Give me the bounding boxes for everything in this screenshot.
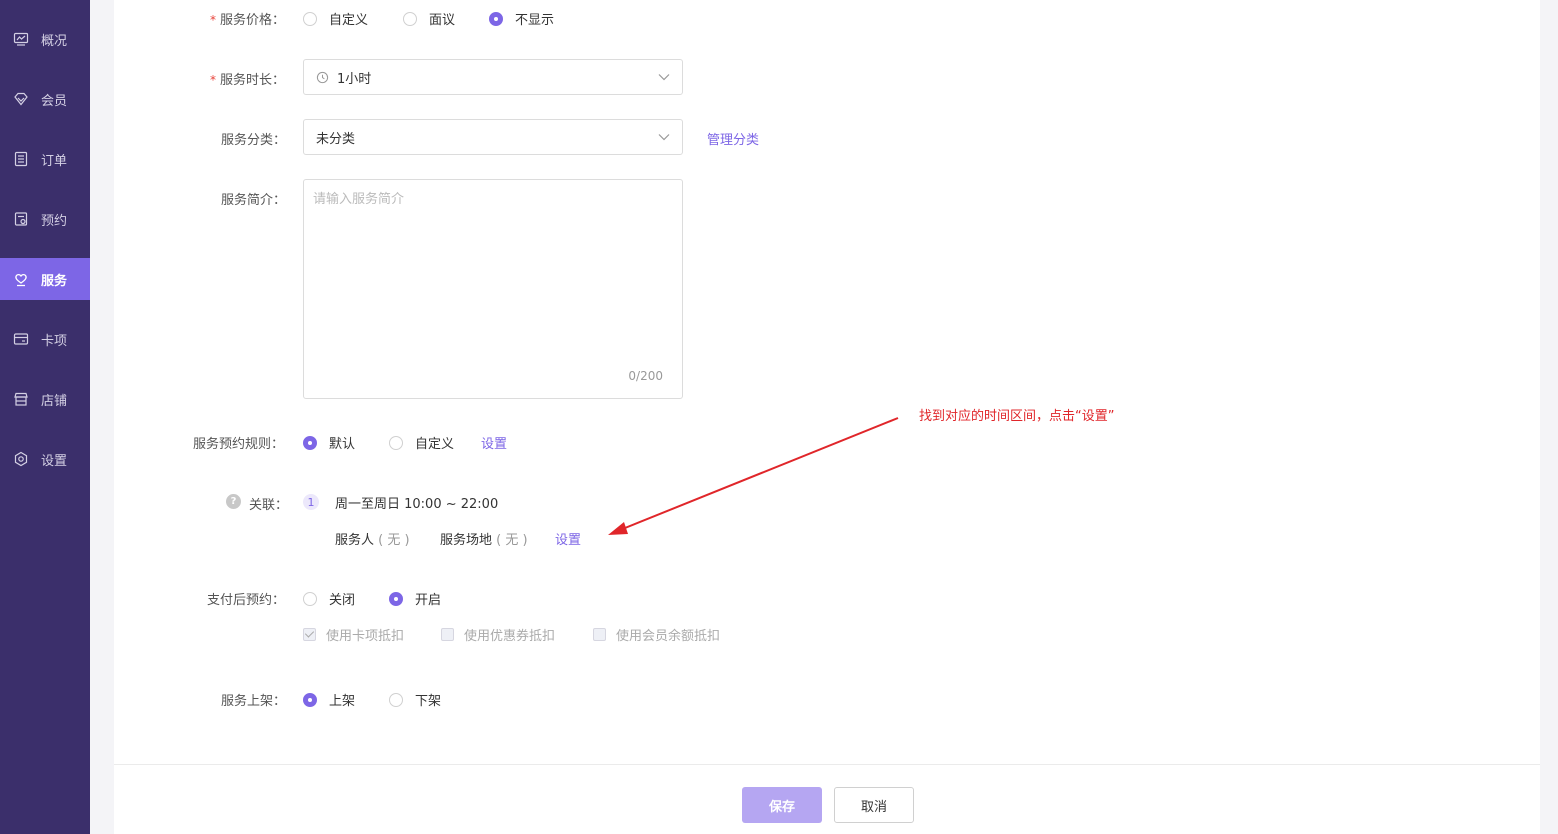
pay-booking-on[interactable]: 开启: [389, 589, 441, 608]
sidebar-item-booking[interactable]: 预约: [0, 198, 90, 240]
clock-icon: [316, 71, 329, 83]
chevron-down-icon: [658, 134, 670, 141]
duration-select[interactable]: 1小时: [303, 59, 683, 95]
duration-value: 1小时: [337, 71, 372, 87]
save-button[interactable]: 保存: [742, 787, 822, 823]
listing-off[interactable]: 下架: [389, 690, 441, 709]
sidebar-item-label: 服务: [41, 273, 68, 289]
heart-hand-icon: [13, 271, 29, 287]
booking-rule-default[interactable]: 默认: [303, 433, 355, 452]
sidebar-item-settings[interactable]: 设置: [0, 438, 90, 480]
sidebar-item-store[interactable]: 店铺: [0, 378, 90, 420]
use-coupon-deduction-checkbox[interactable]: 使用优惠券抵扣: [441, 625, 555, 644]
listing-on[interactable]: 上架: [303, 690, 355, 709]
page-background-edge: [1540, 0, 1558, 834]
sidebar-item-members[interactable]: 会员: [0, 78, 90, 120]
listing-label: 服务上架：: [221, 694, 287, 709]
category-label: 服务分类：: [221, 133, 287, 148]
sidebar: 概况 会员 订单 预约 服务 卡项 店铺 设置: [0, 0, 90, 834]
radio-icon: [389, 692, 403, 707]
intro-label: 服务简介：: [221, 193, 287, 208]
sidebar-item-cards[interactable]: 卡项: [0, 318, 90, 360]
diamond-icon: [13, 91, 29, 107]
duration-label: * 服务时长：: [210, 73, 286, 88]
radio-checked-icon: [389, 591, 403, 606]
price-option-hidden[interactable]: 不显示: [489, 9, 554, 28]
intro-placeholder: 请输入服务简介: [313, 192, 405, 207]
use-card-deduction-checkbox[interactable]: 使用卡项抵扣: [303, 625, 404, 644]
radio-icon: [303, 591, 317, 606]
required-mark: *: [210, 73, 216, 87]
relation-label: 关联：: [249, 498, 289, 513]
sidebar-item-label: 卡项: [41, 333, 68, 349]
checkbox-icon: [593, 628, 606, 641]
slot-schedule: 周一至周日 10:00 ~ 22:00: [335, 497, 499, 512]
manage-category-link[interactable]: 管理分类: [707, 129, 759, 148]
checkbox-checked-icon: [303, 628, 316, 641]
slot-index-badge: 1: [303, 494, 319, 510]
checkbox-icon: [441, 628, 454, 641]
price-option-custom[interactable]: 自定义: [303, 9, 368, 28]
radio-icon: [303, 11, 317, 26]
slot-settings-link[interactable]: 设置: [555, 529, 581, 548]
list-icon: [13, 151, 29, 167]
booking-rule-custom[interactable]: 自定义: [389, 433, 454, 452]
sidebar-item-label: 店铺: [41, 393, 68, 409]
price-label: * 服务价格：: [210, 13, 286, 28]
category-select[interactable]: 未分类: [303, 119, 683, 155]
gear-icon: [13, 451, 29, 467]
pay-booking-off[interactable]: 关闭: [303, 589, 355, 608]
use-balance-deduction-checkbox[interactable]: 使用会员余额抵扣: [593, 625, 720, 644]
store-icon: [13, 391, 29, 407]
sidebar-item-orders[interactable]: 订单: [0, 138, 90, 180]
radio-icon: [403, 11, 417, 26]
annotation-text: 找到对应的时间区间，点击“设置”: [919, 409, 1115, 424]
intro-textarea[interactable]: 请输入服务简介 0/200: [303, 179, 683, 399]
radio-checked-icon: [489, 11, 503, 26]
venue-info: 服务场地 ( 无 ): [440, 533, 528, 548]
sidebar-item-services[interactable]: 服务: [0, 258, 90, 300]
monitor-icon: [13, 31, 29, 47]
sidebar-item-overview[interactable]: 概况: [0, 18, 90, 60]
sidebar-item-label: 预约: [41, 213, 68, 229]
radio-checked-icon: [303, 435, 317, 450]
price-option-negotiable[interactable]: 面议: [403, 9, 455, 28]
required-mark: *: [210, 13, 216, 27]
chevron-down-icon: [658, 74, 670, 81]
service-form: * 服务价格： 自定义 面议 不显示 * 服务时长： 1小时 服务分类： 未分类 管…: [114, 0, 1540, 834]
category-value: 未分类: [316, 131, 356, 147]
card-icon: [13, 331, 29, 347]
help-icon[interactable]: ?: [226, 494, 241, 509]
booking-rule-label: 服务预约规则：: [193, 437, 285, 452]
radio-icon: [389, 435, 403, 450]
footer-divider: [114, 764, 1540, 765]
radio-checked-icon: [303, 692, 317, 707]
calendar-icon: [13, 211, 29, 227]
pay-booking-label: 支付后预约：: [207, 593, 286, 608]
sidebar-item-label: 设置: [41, 453, 68, 469]
intro-char-count: 0/200: [628, 369, 663, 383]
sidebar-item-label: 订单: [41, 153, 68, 169]
booking-rule-settings-link[interactable]: 设置: [481, 433, 507, 452]
staff-info: 服务人 ( 无 ): [335, 533, 410, 548]
cancel-button[interactable]: 取消: [834, 787, 914, 823]
sidebar-item-label: 概况: [41, 33, 68, 49]
sidebar-item-label: 会员: [41, 93, 68, 109]
